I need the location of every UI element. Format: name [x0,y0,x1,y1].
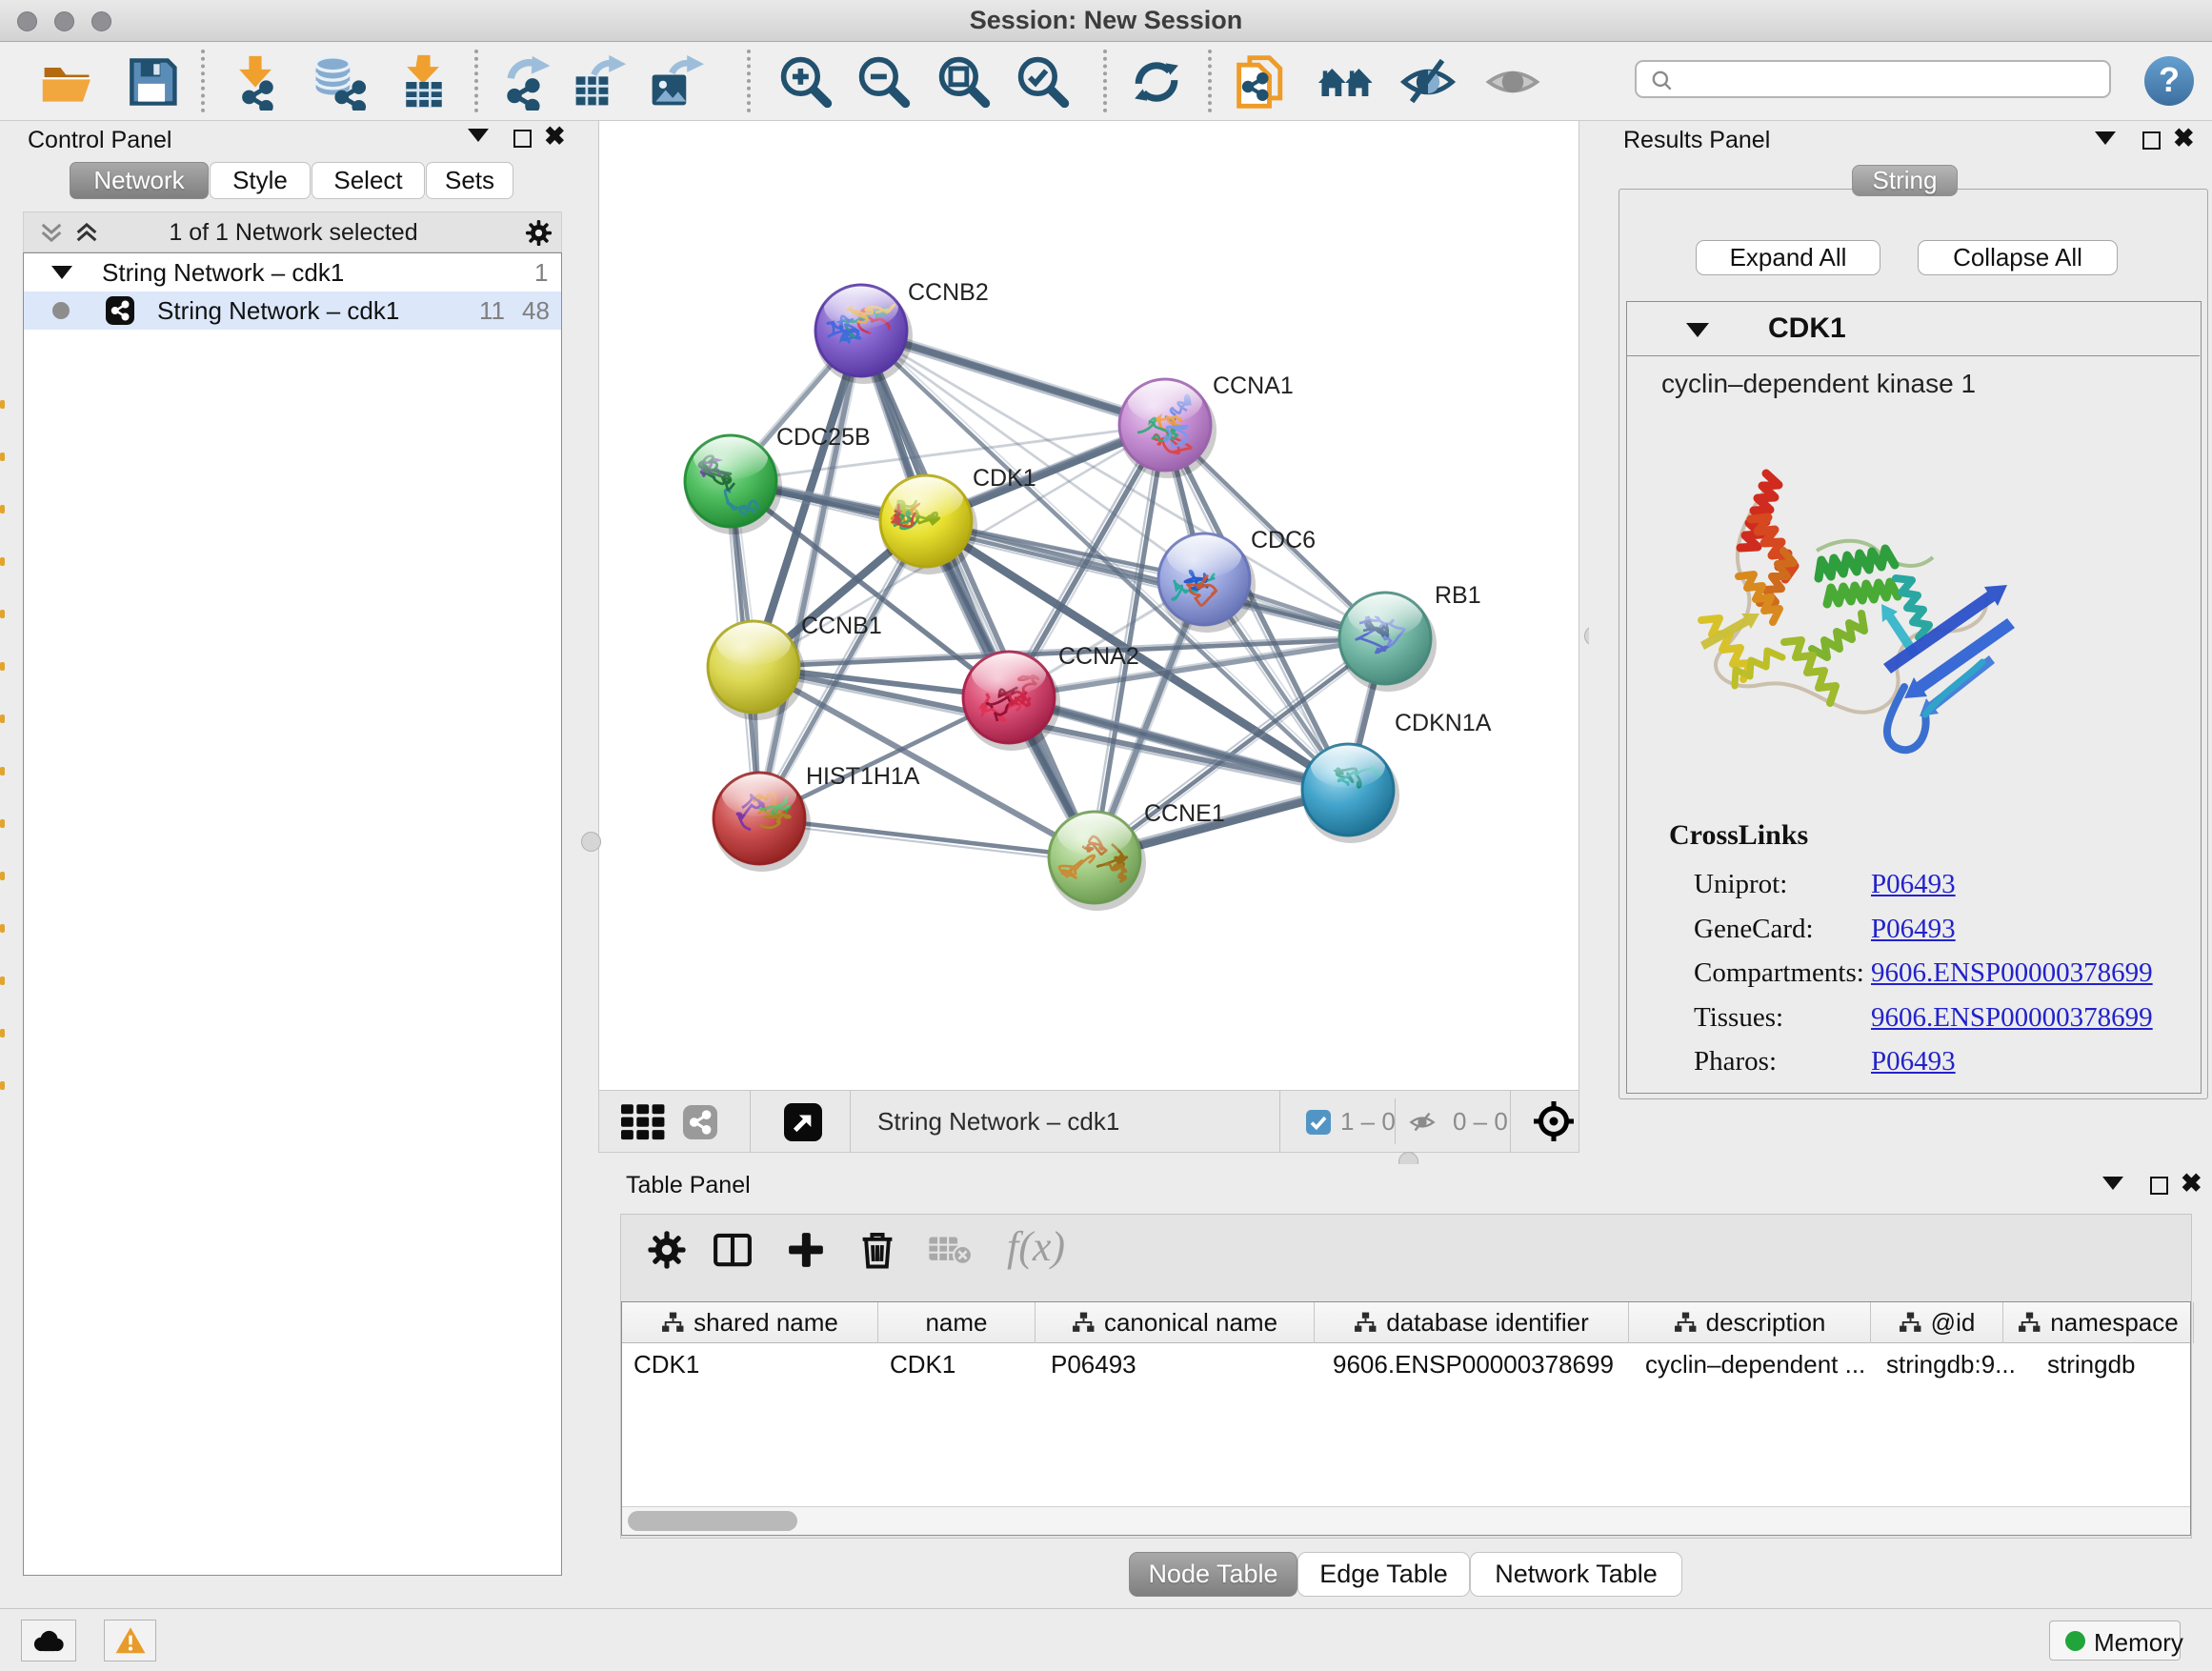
svg-text:CCNE1: CCNE1 [1144,800,1225,827]
svg-text:CCNA1: CCNA1 [1213,372,1294,399]
svg-text:CDC25B: CDC25B [776,424,871,451]
svg-text:RB1: RB1 [1435,582,1481,609]
svg-text:CCNB1: CCNB1 [801,613,882,639]
svg-text:CCNA2: CCNA2 [1058,643,1139,670]
svg-text:CDC6: CDC6 [1251,527,1316,554]
svg-text:CDKN1A: CDKN1A [1395,710,1492,736]
svg-text:HIST1H1A: HIST1H1A [806,763,920,790]
svg-text:CCNB2: CCNB2 [908,279,989,306]
svg-text:CDK1: CDK1 [973,465,1036,492]
